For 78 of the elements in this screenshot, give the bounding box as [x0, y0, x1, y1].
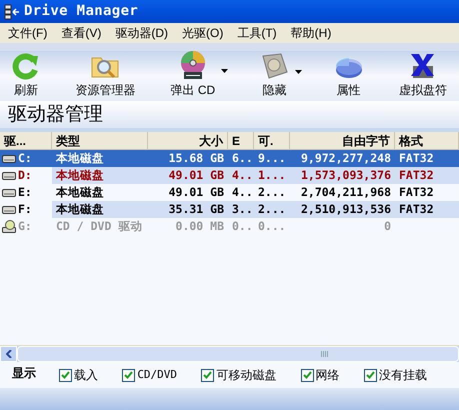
table-cell: 35.31 GB — [148, 201, 228, 218]
drive-icon — [2, 154, 16, 163]
table-cell: 1... — [254, 167, 290, 184]
table-cell: 9... — [254, 150, 290, 167]
menu-item[interactable]: 光驱(O) — [182, 24, 224, 42]
toolbar-button[interactable]: 虚拟盘符 — [395, 52, 451, 99]
table-cell-text: 0... — [257, 218, 287, 235]
dropdown-arrow-icon[interactable] — [295, 70, 302, 74]
toolbar-button[interactable]: 资源管理器 — [71, 52, 140, 99]
table-cell: 9,972,277,248 — [290, 150, 395, 167]
menu-item[interactable]: 工具(T) — [237, 24, 277, 42]
table-cell: FAT32 — [395, 150, 459, 167]
checkbox[interactable] — [300, 368, 314, 382]
chevron-left-icon — [6, 350, 12, 358]
toolbar-button[interactable]: 弹出 CD — [166, 50, 220, 99]
table-cell-text: 本地磁盘 — [54, 184, 105, 201]
table-cell-text: 2... — [257, 184, 287, 201]
table-cell-text: 0.00 MB — [174, 218, 225, 235]
column-header[interactable]: 驱... — [0, 132, 52, 149]
table-cell: 本地磁盘 — [52, 150, 148, 167]
column-header[interactable]: 类型 — [52, 132, 148, 149]
table-cell-text: 49.01 GB — [168, 184, 225, 201]
column-header[interactable]: E — [228, 132, 254, 149]
drive-letter: D: — [18, 167, 32, 184]
column-header[interactable]: 格式 — [395, 132, 459, 149]
table-cell: 15.68 GB — [148, 150, 228, 167]
menu-item[interactable]: 查看(V) — [61, 24, 102, 42]
drive-icon — [2, 205, 16, 214]
scroll-left-button[interactable] — [0, 346, 17, 362]
table-cell: FAT32 — [395, 167, 459, 184]
drive-manager-icon — [4, 4, 20, 20]
window-title: Drive Manager — [24, 2, 138, 21]
toolbar-button[interactable]: 属性 — [330, 52, 368, 99]
checkbox[interactable] — [201, 368, 214, 382]
cd-drive-icon — [2, 220, 16, 233]
table-cell: 6.. — [228, 150, 254, 167]
column-header[interactable]: 可. — [254, 132, 290, 149]
drive-letter: C: — [18, 150, 32, 167]
table-cell-text: 0 — [383, 218, 392, 235]
table-cell: 本地磁盘 — [52, 167, 148, 184]
toolbar-button[interactable]: 刷新 — [8, 52, 44, 99]
table-cell-text: 2,704,211,968 — [300, 184, 392, 201]
drive-letter: E: — [18, 184, 32, 201]
menu-item[interactable]: 驱动器(D) — [115, 24, 168, 42]
checkbox-label[interactable]: 没有挂载 — [379, 366, 427, 384]
column-header[interactable]: 大小 — [148, 132, 228, 149]
column-header[interactable]: 自由字节 — [290, 132, 395, 149]
table-cell-text: FAT32 — [398, 184, 435, 201]
checkbox[interactable] — [122, 368, 136, 382]
menu-item[interactable]: 帮助(H) — [290, 24, 332, 42]
checkbox-label[interactable]: 可移动磁盘 — [216, 366, 276, 384]
checkbox[interactable] — [364, 368, 377, 382]
checkbox[interactable] — [59, 368, 72, 382]
toolbar-button[interactable]: 隐藏 — [255, 52, 294, 99]
table-cell: 1,573,093,376 — [290, 167, 395, 184]
table-cell: 本地磁盘 — [52, 201, 148, 218]
table-cell-text: 4.. — [231, 184, 254, 201]
checkbox-label[interactable]: 网络 — [316, 366, 340, 384]
drive-icon — [2, 188, 16, 197]
table-cell: FAT32 — [395, 201, 459, 218]
table-cell: 2... — [254, 201, 290, 218]
checkbox-label[interactable]: 载入 — [74, 366, 98, 384]
show-label: 显示 — [12, 365, 37, 382]
drive-icon — [2, 171, 16, 180]
menu-item[interactable]: 文件(F) — [8, 24, 48, 42]
refresh-icon — [12, 52, 40, 80]
table-cell: 2,510,913,536 — [290, 201, 395, 218]
drive-letter: F: — [18, 201, 32, 218]
table-cell: 3.. — [228, 201, 254, 218]
table-cell: 4.. — [228, 167, 254, 184]
grip-icon — [321, 351, 328, 357]
drive-letter: G: — [18, 218, 32, 235]
checkbox-label[interactable]: CD/DVD — [137, 366, 178, 384]
panel-heading: 驱动器管理 — [0, 101, 459, 128]
table-cell-text: CD / DVD 驱动 — [55, 218, 144, 235]
dropdown-arrow-icon[interactable] — [221, 68, 228, 72]
table-cell: 49.01 GB — [148, 167, 228, 184]
table-cell-text: 0.. — [231, 218, 254, 235]
